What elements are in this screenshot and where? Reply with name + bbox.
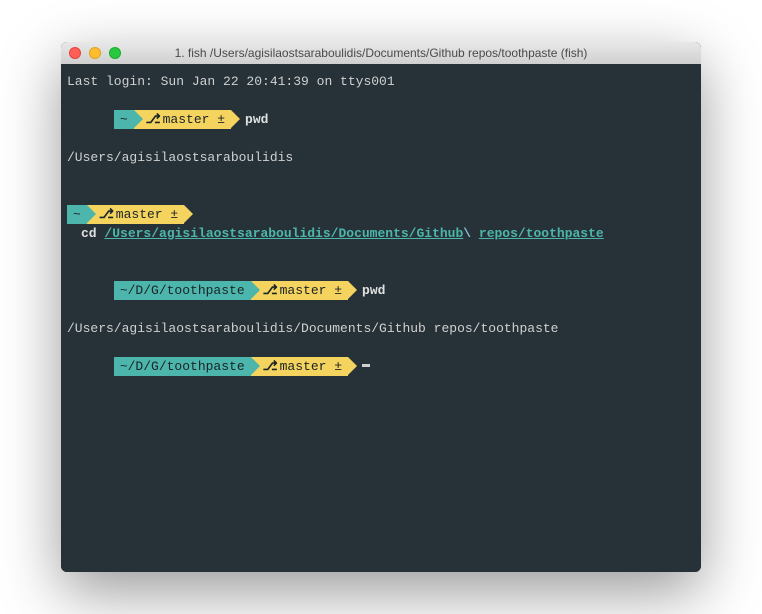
minimize-icon[interactable]	[89, 47, 101, 59]
prompt-line-1: ~ ⎇ master ± pwd	[67, 91, 695, 148]
git-branch-icon: ⎇	[99, 205, 114, 224]
command-text: pwd	[245, 110, 268, 129]
output-line-3: /Users/agisilaostsaraboulidis/Documents/…	[67, 319, 695, 338]
prompt-dir-segment: ~	[67, 205, 87, 224]
prompt-dir-segment: ~	[114, 110, 134, 129]
command-text: pwd	[362, 281, 385, 300]
fullscreen-icon[interactable]	[109, 47, 121, 59]
titlebar: 1. fish /Users/agisilaostsaraboulidis/Do…	[61, 42, 701, 64]
prompt-branch-segment: ⎇ master ±	[87, 205, 184, 224]
prompt-branch-segment: ⎇ master ±	[251, 357, 348, 376]
prompt-dir-segment: ~/D/G/toothpaste	[114, 281, 251, 300]
output-line-1: /Users/agisilaostsaraboulidis	[67, 148, 695, 167]
prompt-dir-segment: ~/D/G/toothpaste	[114, 357, 251, 376]
window-title: 1. fish /Users/agisilaostsaraboulidis/Do…	[69, 46, 693, 60]
git-branch-icon: ⎇	[263, 357, 278, 376]
escape-char: \	[463, 226, 479, 241]
prompt-branch-segment: ⎇ master ±	[134, 110, 231, 129]
close-icon[interactable]	[69, 47, 81, 59]
path-argument: repos/toothpaste	[479, 226, 604, 241]
login-message: Last login: Sun Jan 22 20:41:39 on ttys0…	[67, 72, 695, 91]
prompt-branch-segment: ⎇ master ±	[251, 281, 348, 300]
git-branch-icon: ⎇	[263, 281, 278, 300]
cursor-icon	[362, 364, 370, 367]
traffic-lights	[69, 47, 121, 59]
command-text: cd /Users/agisilaostsaraboulidis/Documen…	[81, 224, 604, 243]
git-branch-icon: ⎇	[146, 110, 161, 129]
prompt-line-4: ~/D/G/toothpaste ⎇ master ±	[67, 338, 695, 395]
terminal-body[interactable]: Last login: Sun Jan 22 20:41:39 on ttys0…	[61, 64, 701, 572]
terminal-window: 1. fish /Users/agisilaostsaraboulidis/Do…	[61, 42, 701, 572]
prompt-line-2: ~ ⎇ master ± cd /Users/agisilaostsarabou…	[67, 167, 695, 262]
prompt-line-3: ~/D/G/toothpaste ⎇ master ± pwd	[67, 262, 695, 319]
path-argument: /Users/agisilaostsaraboulidis/Documents/…	[104, 226, 463, 241]
